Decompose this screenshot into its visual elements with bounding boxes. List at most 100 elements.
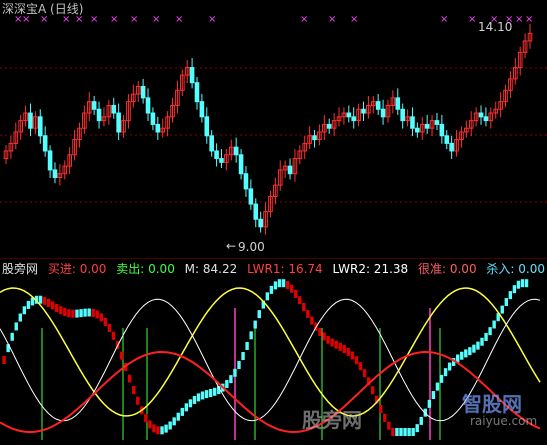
indicator-block [55,303,59,312]
candle-body [91,101,97,110]
signal-marker: × [90,14,98,25]
indicator-block [403,428,407,436]
indicator-block [370,386,375,395]
indicator-block [302,303,306,312]
indicator-block [464,349,468,358]
indicator-block [508,291,513,300]
indicator-block [132,386,136,395]
indicator-block [334,340,338,349]
indicator-block [387,421,391,430]
indicator-block [318,327,322,336]
indicator-block [265,292,270,301]
candle-body [258,218,263,228]
candle-body [351,116,357,122]
candle-body [111,104,117,114]
indicator-block [407,428,411,436]
indicator-block [281,279,286,288]
candle-body [449,142,454,152]
candle-body [199,101,205,118]
indicator-block [294,289,298,298]
indicator-block [285,280,290,289]
candle-body [145,97,151,114]
candle-body [424,123,430,129]
indicator-block [91,308,95,317]
indicator-block [439,374,444,383]
indicator-block [148,420,152,429]
candle-body [400,108,405,122]
indicator-block [322,332,326,341]
candle-body [209,135,214,152]
watermark-site: 股旁网 [302,408,362,432]
indicator-block [59,306,63,315]
indicator-block [75,309,79,318]
indicator-block [136,396,140,405]
indicator-block [119,351,124,360]
indicator-block [176,412,180,421]
indicator-block [480,337,484,346]
candle-body [326,123,332,129]
indicator-block [241,351,245,360]
indicator-block [14,322,18,331]
indicator-block [379,404,383,413]
indicator-block [87,308,91,317]
indicator-block [213,387,217,396]
indicator-block [229,375,233,384]
candle-body [478,112,484,118]
signal-marker: × [175,14,183,25]
indicator-block [492,320,496,329]
candle-body [96,108,102,122]
candle-body [155,123,161,133]
candle-body [233,146,239,156]
signal-marker: × [515,14,523,25]
indicator-block [144,414,148,423]
candle-body [150,112,156,125]
indicator-block [42,296,47,305]
indicator-block [346,347,351,356]
candle-body [189,67,195,84]
indicator-block [273,281,278,290]
indicator-block [512,285,517,294]
indicator-block [200,391,205,400]
candlestick-chart: × × × × × × × × × × × × × × × × × × × × [0,14,547,235]
candle-body [243,173,249,190]
indicator-block [524,279,529,288]
candle-body [483,116,489,122]
candle-body [219,158,224,163]
indicator-block [399,428,403,436]
signal-marker: × [300,14,308,25]
indicator-block [103,317,108,326]
indicator-block [500,305,504,314]
indicator-block [79,309,83,318]
indicator-block [395,428,399,436]
indicator-block [184,403,189,412]
indicator-block [383,413,387,422]
indicator-block [2,356,6,364]
indicator-block [10,332,14,341]
signal-marker: × [152,14,160,25]
signal-marker: × [525,14,533,25]
candle-body [444,135,450,144]
indicator-block [362,369,367,378]
candle-body [140,85,146,99]
indicator-block [338,342,342,351]
candle-body [47,150,53,171]
indicator-block [71,309,75,318]
indicator-block [99,313,103,322]
indicator-block [18,313,22,322]
indicator-block [443,368,448,377]
indicator-block [354,356,359,365]
candle-body [361,108,366,114]
low-arrow-icon: ← [226,239,237,253]
indicator-block [310,316,314,325]
indicator-block [180,407,184,416]
indicator-block [22,306,27,315]
indicator-block [83,308,87,317]
indicator-block [419,416,423,425]
candle-body [380,108,386,118]
indicator-block [95,310,99,319]
indicator-block [472,344,476,353]
indicator-block [330,338,334,347]
indicator-block [63,308,67,317]
indicator-block [233,368,237,377]
candle-body [346,112,352,118]
